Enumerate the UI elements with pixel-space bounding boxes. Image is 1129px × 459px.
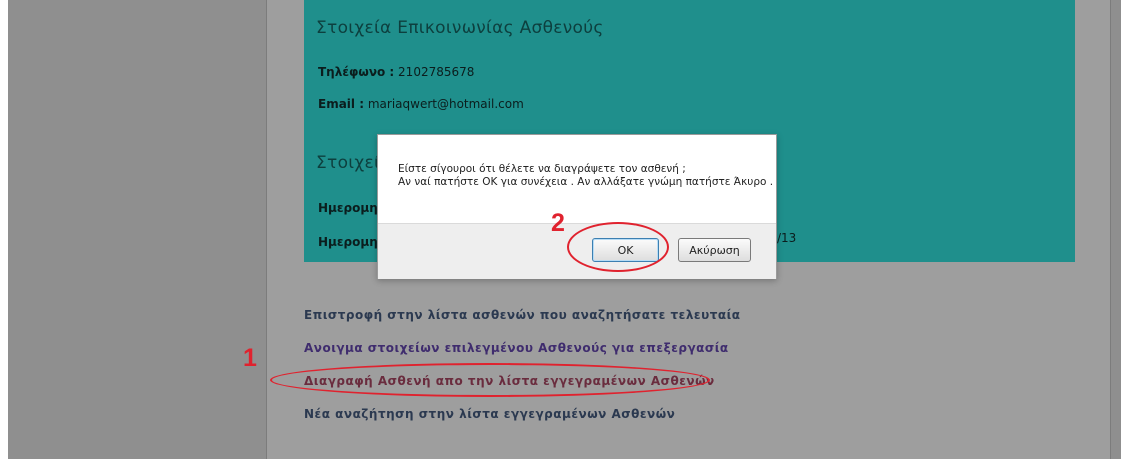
content-border-right xyxy=(1110,0,1111,459)
browser-viewport: Στοιχεία Επικοινωνίας Ασθενούς Τηλέφωνο … xyxy=(0,0,1129,459)
dialog-message-line-2: Αν ναί πατήστε ΟΚ για συνέχεια . Αν αλλά… xyxy=(398,176,774,188)
content-border-left xyxy=(266,0,267,459)
edit-patient-link[interactable]: Ανοιγμα στοιχείων επιλεγμένου Ασθενούς γ… xyxy=(304,341,729,355)
email-field: Email : mariaqwert@hotmail.com xyxy=(318,97,524,111)
dialog-message: Είστε σίγουροι ότι θέλετε να διαγράψετε … xyxy=(398,163,773,189)
step-1-marker: 1 xyxy=(243,344,257,372)
step-2-marker: 2 xyxy=(551,209,565,237)
side-margin-right xyxy=(1111,0,1121,459)
contact-section-title: Στοιχεία Επικοινωνίας Ασθενούς xyxy=(316,18,604,38)
phone-field: Τηλέφωνο : 2102785678 xyxy=(318,65,474,79)
phone-label: Τηλέφωνο : xyxy=(318,65,395,79)
date-row-2: Ημερομη xyxy=(318,235,378,249)
new-search-link[interactable]: Νέα αναζήτηση στην λίστα εγγεγραμένων Ασ… xyxy=(304,407,675,421)
email-value: mariaqwert@hotmail.com xyxy=(367,97,524,111)
dates-section-title: Στοιχεί xyxy=(316,153,380,173)
date-row-2-label: Ημερομη xyxy=(318,235,378,249)
date-row-1: Ημερομη xyxy=(318,201,378,215)
side-margin-left xyxy=(8,0,266,459)
phone-value: 2102785678 xyxy=(398,65,475,79)
date-row-2-value: /13 xyxy=(777,231,797,245)
window-edge-left xyxy=(0,0,8,459)
cancel-button[interactable]: Ακύρωση xyxy=(678,238,751,262)
back-to-search-link[interactable]: Επιστροφή στην λίστα ασθενών που αναζητή… xyxy=(304,308,741,322)
email-label: Email : xyxy=(318,97,365,111)
date-row-1-label: Ημερομη xyxy=(318,201,378,215)
dialog-message-line-1: Είστε σίγουροι ότι θέλετε να διαγράψετε … xyxy=(398,163,686,175)
window-edge-right xyxy=(1121,0,1129,459)
step-2-highlight-oval xyxy=(567,222,669,272)
step-1-highlight-oval xyxy=(270,363,710,397)
